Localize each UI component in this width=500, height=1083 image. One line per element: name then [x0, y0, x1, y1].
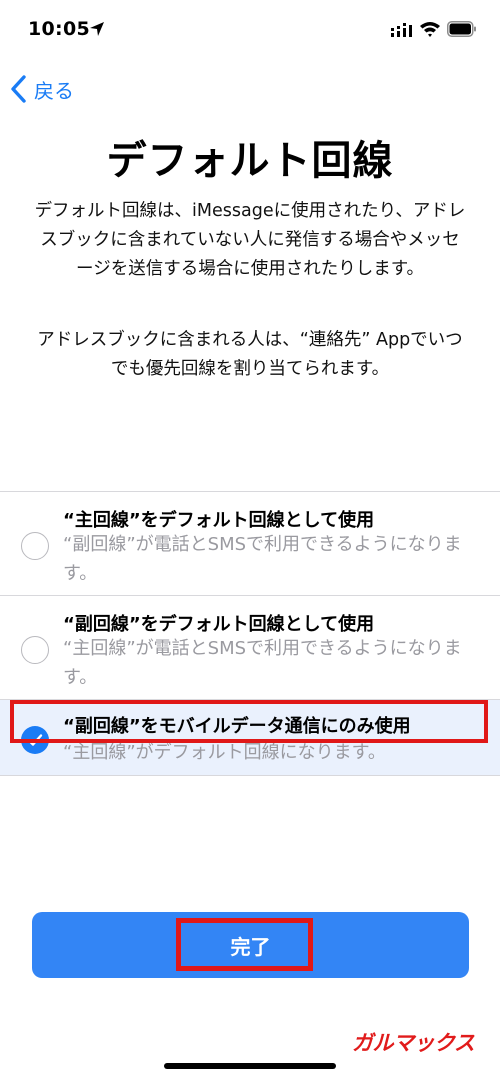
page-title: デフォルト回線: [106, 138, 394, 184]
option-title: “主回線”をデフォルト回線として使用: [63, 510, 375, 531]
radio-selected-icon[interactable]: [21, 726, 49, 754]
option-subtitle: “主回線”が電話とSMSで利用できるようになります。: [63, 638, 462, 688]
option-subtitle: “副回線”が電話とSMSで利用できるようになります。: [63, 534, 462, 584]
battery-icon: [447, 21, 476, 37]
radio-unselected-icon[interactable]: [21, 532, 49, 560]
location-arrow-icon: [90, 22, 104, 36]
option-primary-default[interactable]: “主回線”をデフォルト回線として使用 “副回線”が電話とSMSで利用できるように…: [0, 492, 500, 596]
watermark-logo: ガルマックス: [352, 1031, 475, 1055]
line-options-list: “主回線”をデフォルト回線として使用 “副回線”が電話とSMSで利用できるように…: [0, 491, 500, 776]
home-indicator: [164, 1063, 336, 1069]
status-time: 10:05: [28, 18, 90, 40]
radio-unselected-icon[interactable]: [21, 636, 49, 664]
description-default-line: デフォルト回線は、iMessageに使用されたり、アドレスブックに含まれていない…: [34, 201, 466, 279]
done-button[interactable]: 完了: [32, 912, 469, 978]
wifi-icon: [420, 22, 440, 37]
option-subtitle: “主回線”がデフォルト回線になります。: [63, 742, 386, 763]
option-secondary-default[interactable]: “副回線”をデフォルト回線として使用 “主回線”が電話とSMSで利用できるように…: [0, 596, 500, 700]
option-title: “副回線”をデフォルト回線として使用: [63, 614, 375, 635]
cellular-signal-icon: [391, 23, 412, 37]
description-contacts: アドレスブックに含まれる人は、“連絡先” Appでいつでも優先回線を割り当てられ…: [37, 330, 463, 379]
chevron-left-icon: [11, 75, 26, 103]
option-title: “副回線”をモバイルデータ通信にのみ使用: [63, 716, 411, 737]
done-button-label: 完了: [230, 934, 271, 959]
status-bar: 10:05: [0, 0, 500, 60]
checkmark-icon: [27, 734, 43, 746]
back-label: 戻る: [34, 78, 74, 103]
back-button[interactable]: 戻る: [10, 72, 74, 106]
option-secondary-data-only[interactable]: “副回線”をモバイルデータ通信にのみ使用 “主回線”がデフォルト回線になります。: [0, 700, 500, 776]
